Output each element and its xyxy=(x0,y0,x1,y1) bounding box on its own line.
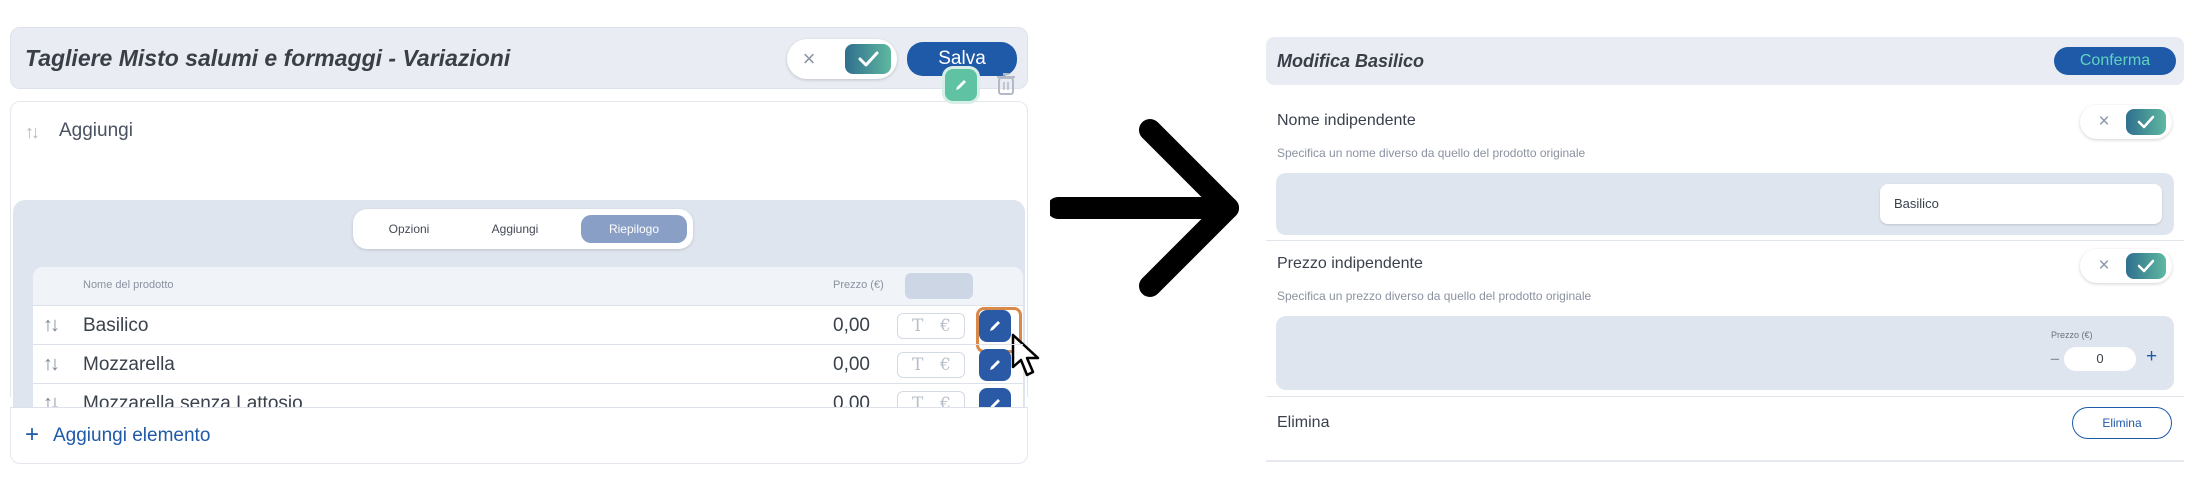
price-toggle[interactable]: × xyxy=(2080,249,2172,283)
variations-header: Tagliere Misto salumi e formaggi - Varia… xyxy=(10,27,1028,89)
product-price: 0,00 xyxy=(833,354,870,375)
edit-panel: Modifica Basilico Conferma Nome indipend… xyxy=(1266,37,2184,464)
right-arrow-icon xyxy=(1050,119,1239,297)
add-section-header: ↑↓ Aggiungi xyxy=(10,101,1028,162)
text-format-icon: T xyxy=(912,355,924,375)
section-title: Aggiungi xyxy=(59,120,133,141)
column-header-name: Nome del prodotto xyxy=(83,279,174,291)
table-row: ↑↓ Mozzarella 0,00 T € xyxy=(33,344,1023,383)
plus-icon[interactable]: + xyxy=(25,421,39,449)
increment-button[interactable]: + xyxy=(2146,346,2157,368)
price-section-label: Prezzo indipendente xyxy=(1277,255,1423,272)
delete-button[interactable]: Elimina xyxy=(2072,407,2172,439)
divider xyxy=(1266,240,2184,241)
add-item-row[interactable]: + Aggiungi elemento xyxy=(10,407,1028,464)
check-icon[interactable] xyxy=(2126,253,2166,279)
product-price: 0,00 xyxy=(833,315,870,336)
tab-opzioni[interactable]: Opzioni xyxy=(367,215,451,243)
check-icon[interactable] xyxy=(2126,109,2166,135)
delete-section-label: Elimina xyxy=(1277,414,1330,431)
sort-arrows-icon[interactable]: ↑↓ xyxy=(43,353,60,376)
close-icon[interactable]: × xyxy=(2094,254,2114,278)
price-section-hint: Specifica un prezzo diverso da quello de… xyxy=(1277,289,1592,303)
name-section-label: Nome indipendente xyxy=(1277,112,1416,129)
price-format-box: T € xyxy=(897,313,965,339)
decrement-button[interactable]: − xyxy=(2050,350,2060,370)
tab-riepilogo[interactable]: Riepilogo xyxy=(581,215,687,243)
name-input[interactable]: Basilico xyxy=(1880,184,2162,224)
summary-card: Opzioni Aggiungi Riepilogo Nome del prod… xyxy=(13,200,1040,436)
trash-icon[interactable] xyxy=(995,71,1017,97)
product-name: Basilico xyxy=(83,315,149,336)
pencil-icon[interactable] xyxy=(979,349,1011,381)
edit-title: Modifica Basilico xyxy=(1277,51,1425,71)
check-icon[interactable] xyxy=(845,44,891,74)
add-item-link[interactable]: Aggiungi elemento xyxy=(53,425,210,447)
table-header: Nome del prodotto Prezzo (€) xyxy=(33,267,1023,305)
panel-title: Tagliere Misto salumi e formaggi - Varia… xyxy=(25,45,511,71)
text-format-icon: T xyxy=(912,316,924,336)
variations-toggle[interactable]: × xyxy=(787,39,897,79)
name-card: Basilico xyxy=(1276,173,2174,235)
price-card: Prezzo (€) − 0 + xyxy=(1276,316,2174,390)
section-body: Opzioni Aggiungi Riepilogo Nome del prod… xyxy=(10,162,1040,436)
variations-panel: Tagliere Misto salumi e formaggi - Varia… xyxy=(10,27,1040,464)
pencil-icon[interactable] xyxy=(945,69,977,101)
pencil-icon[interactable] xyxy=(979,310,1011,342)
edit-header: Modifica Basilico Conferma xyxy=(1266,37,2184,85)
bottom-divider xyxy=(1266,460,2184,462)
price-field-label: Prezzo (€) xyxy=(2051,330,2093,340)
euro-icon: € xyxy=(940,316,951,336)
name-toggle[interactable]: × xyxy=(2080,105,2172,139)
divider xyxy=(1266,396,2184,397)
tab-bar: Opzioni Aggiungi Riepilogo xyxy=(353,209,693,249)
close-icon[interactable]: × xyxy=(797,46,821,72)
sort-arrows-icon[interactable]: ↑↓ xyxy=(43,314,60,337)
column-header-price: Prezzo (€) xyxy=(833,279,884,291)
price-format-box: T € xyxy=(897,352,965,378)
tab-aggiungi[interactable]: Aggiungi xyxy=(465,215,565,243)
close-icon[interactable]: × xyxy=(2094,110,2114,134)
table-row: ↑↓ Basilico 0,00 T € xyxy=(33,305,1040,377)
confirm-button[interactable]: Conferma xyxy=(2054,47,2176,75)
price-input[interactable]: 0 xyxy=(2064,347,2136,371)
sort-arrows-icon[interactable]: ↑↓ xyxy=(25,122,40,143)
product-name: Mozzarella xyxy=(83,354,175,375)
product-table: Nome del prodotto Prezzo (€) ↑↓ Basilico… xyxy=(33,267,1040,430)
name-section-hint: Specifica un nome diverso da quello del … xyxy=(1277,146,1586,160)
header-price-box xyxy=(905,273,973,299)
euro-icon: € xyxy=(940,355,951,375)
